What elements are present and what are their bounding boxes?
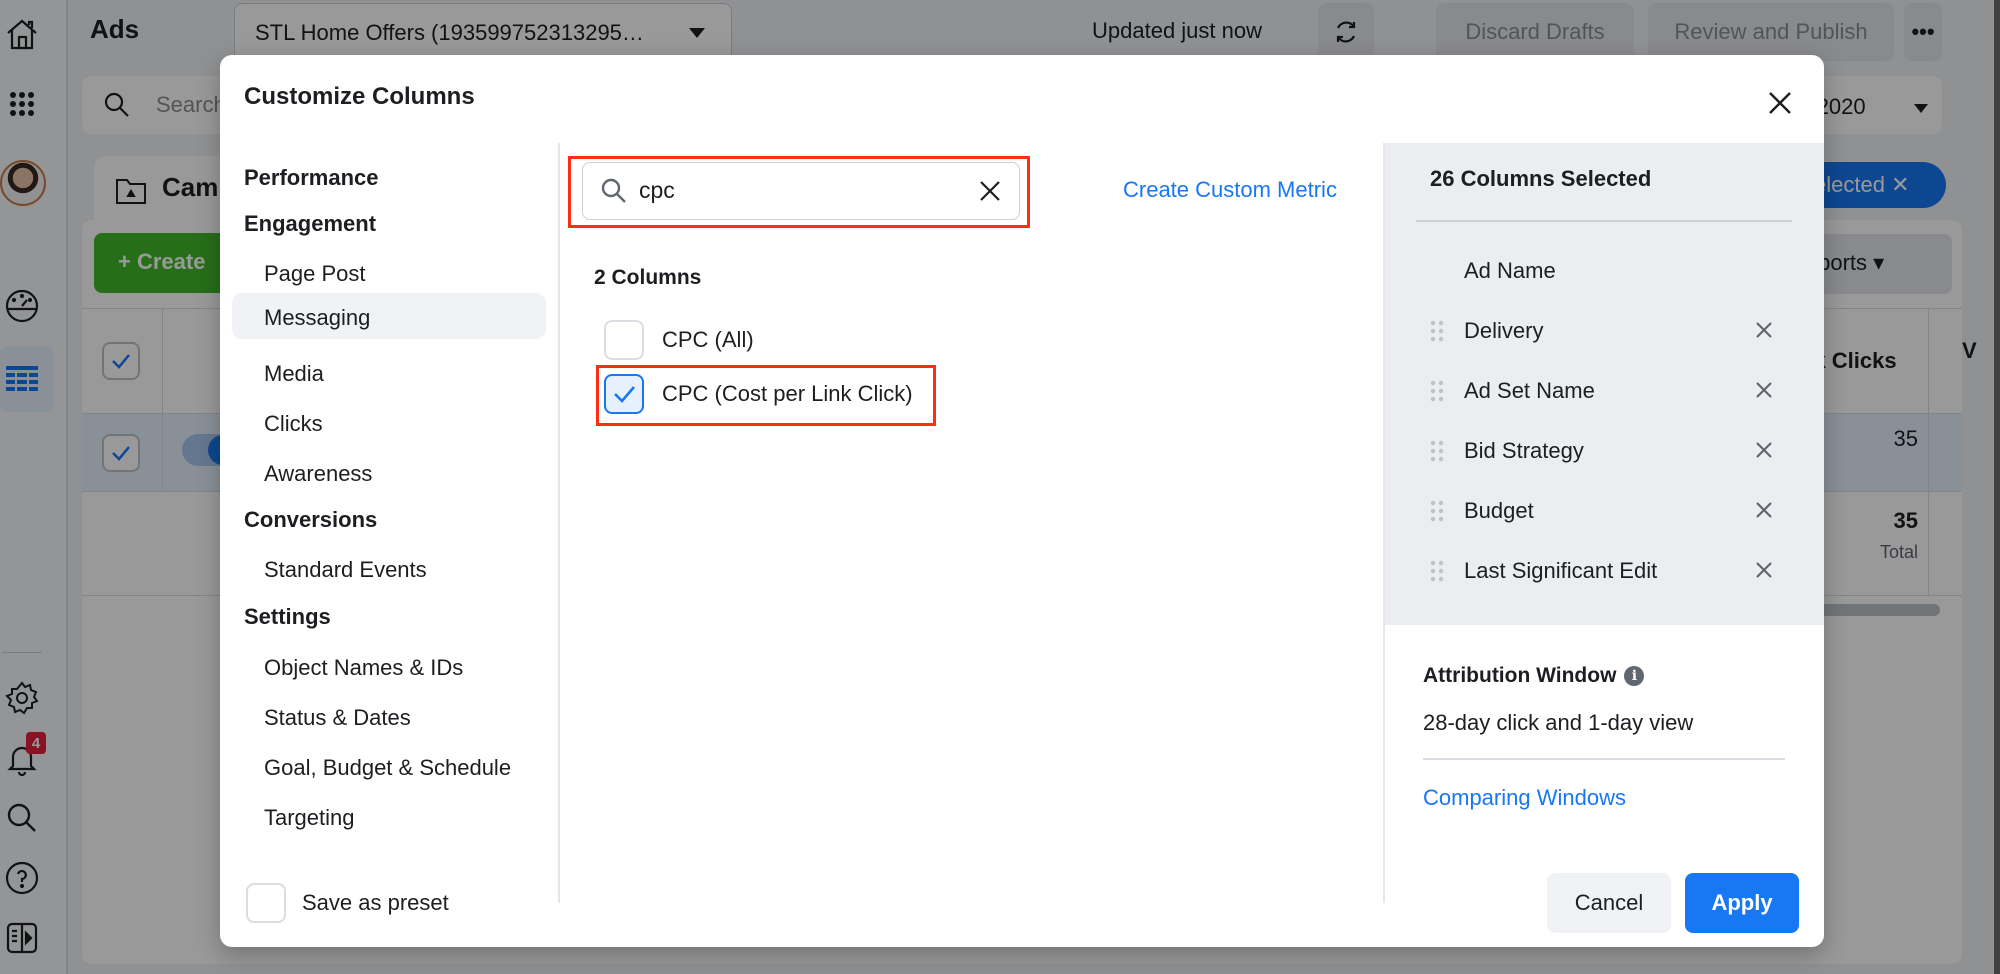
category-targeting[interactable]: Targeting [232,793,546,839]
cancel-button[interactable]: Cancel [1547,873,1671,933]
category-object-names-ids[interactable]: Object Names & IDs [232,643,546,689]
category-page-post[interactable]: Page Post [232,249,546,295]
clear-search-icon[interactable] [977,178,1003,204]
info-icon[interactable]: i [1624,666,1645,686]
selected-column-label: Ad Set Name [1464,378,1595,403]
selected-column-ad-name: Ad Name [1420,248,1806,294]
selected-column-delivery[interactable]: Delivery [1420,308,1806,354]
checkmark-icon [614,386,635,403]
category-settings[interactable]: Settings [232,592,546,638]
remove-column-icon[interactable] [1754,500,1774,520]
selected-columns-count: 26 Columns Selected [1430,166,1652,191]
drag-handle-icon[interactable] [1430,440,1444,462]
drag-handle-icon[interactable] [1430,560,1444,582]
column-search-input[interactable]: cpc [582,162,1020,220]
drag-handle-icon[interactable] [1430,320,1444,342]
attribution-window-heading: Attribution Window i [1423,664,1645,688]
category-awareness[interactable]: Awareness [232,449,546,495]
nav-divider [558,143,560,903]
category-clicks[interactable]: Clicks [232,399,546,445]
remove-column-icon[interactable] [1754,320,1774,340]
selected-columns-divider [1416,220,1792,222]
category-performance[interactable]: Performance [232,153,546,199]
cpc-all-checkbox[interactable] [604,320,644,360]
save-as-preset-label: Save as preset [302,890,449,915]
category-engagement[interactable]: Engagement [232,199,546,245]
apply-button[interactable]: Apply [1685,873,1799,933]
cpc-all-label: CPC (All) [662,327,754,352]
attribution-title: Attribution Window [1423,664,1617,687]
drag-handle-icon[interactable] [1430,380,1444,402]
selected-column-bid-strategy[interactable]: Bid Strategy [1420,428,1806,474]
dialog-title: Customize Columns [244,83,475,110]
results-count: 2 Columns [594,266,702,289]
cpc-link-click-checkbox[interactable] [604,374,644,414]
category-media[interactable]: Media [232,349,546,395]
selected-column-budget[interactable]: Budget [1420,488,1806,534]
search-value: cpc [639,177,675,203]
create-custom-metric-link[interactable]: Create Custom Metric [1123,177,1337,203]
attribution-window-value: 28-day click and 1-day view [1423,710,1694,735]
category-messaging[interactable]: Messaging [232,293,546,339]
remove-column-icon[interactable] [1754,380,1774,400]
selected-column-label: Budget [1464,498,1534,523]
category-conversions[interactable]: Conversions [232,495,546,541]
cpc-link-click-label: CPC (Cost per Link Click) [662,381,913,406]
selected-column-label: Delivery [1464,318,1544,343]
remove-column-icon[interactable] [1754,440,1774,460]
column-option-cpc-link-click[interactable]: CPC (Cost per Link Click) [604,373,913,415]
selected-column-label: Bid Strategy [1464,438,1584,463]
drag-handle-icon[interactable] [1430,500,1444,522]
category-standard-events[interactable]: Standard Events [232,545,546,591]
save-as-preset-checkbox[interactable] [246,883,286,923]
column-option-cpc-all[interactable]: CPC (All) [604,319,754,361]
close-icon [1769,92,1791,114]
column-category-nav: Performance Engagement Page Post Messagi… [232,153,552,903]
category-goal-budget-schedule[interactable]: Goal, Budget & Schedule [232,743,546,789]
close-dialog-button[interactable] [1760,83,1800,123]
attribution-divider [1423,758,1785,760]
customize-columns-dialog: Customize Columns Performance Engagement… [220,55,1824,947]
selected-column-label: Ad Name [1464,258,1556,283]
panel-divider [1383,143,1385,903]
remove-column-icon[interactable] [1754,560,1774,580]
selected-column-label: Last Significant Edit [1464,558,1658,583]
search-icon [601,178,626,203]
selected-column-last-significant-edit[interactable]: Last Significant Edit [1420,548,1806,594]
comparing-windows-link[interactable]: Comparing Windows [1423,785,1626,811]
save-as-preset-option[interactable]: Save as preset [246,883,449,923]
category-status-dates[interactable]: Status & Dates [232,693,546,739]
selected-column-ad-set-name[interactable]: Ad Set Name [1420,368,1806,414]
